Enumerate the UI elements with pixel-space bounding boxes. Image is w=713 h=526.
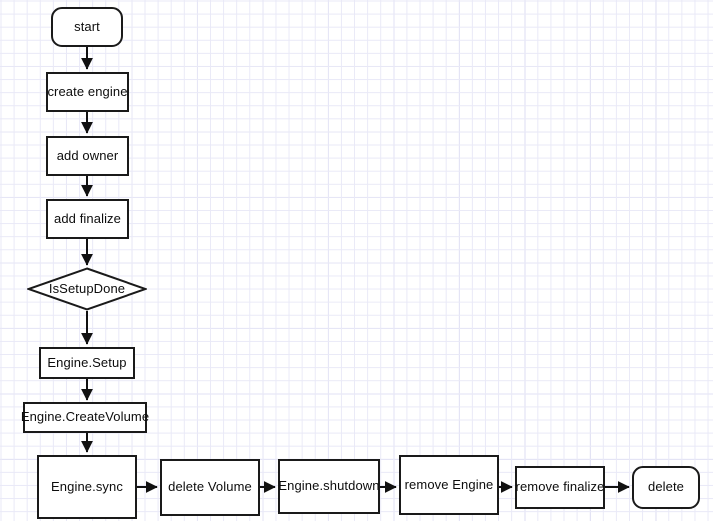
canvas-bottom-margin bbox=[0, 521, 713, 526]
node-start[interactable]: start bbox=[51, 7, 123, 47]
node-remove-engine-label: remove Engine bbox=[404, 476, 494, 492]
node-engine-create-volume-label: Engine.CreateVolume bbox=[20, 409, 150, 425]
node-remove-engine[interactable]: remove Engine bbox=[399, 455, 499, 515]
node-engine-setup-label: Engine.Setup bbox=[47, 354, 127, 370]
node-engine-sync-label: Engine.sync bbox=[51, 478, 123, 494]
node-engine-create-volume[interactable]: Engine.CreateVolume bbox=[20, 402, 150, 433]
node-engine-setup[interactable]: Engine.Setup bbox=[39, 347, 135, 379]
node-add-finalize[interactable]: add finalize bbox=[46, 199, 129, 239]
node-is-setup-done-label: IsSetupDone bbox=[48, 280, 126, 296]
node-add-owner-label: add owner bbox=[56, 147, 119, 163]
node-engine-shutdown-label: Engine.shutdown bbox=[278, 478, 380, 494]
node-add-finalize-label: add finalize bbox=[54, 210, 121, 226]
node-remove-finalize-label: remove finalize bbox=[515, 479, 605, 495]
node-create-engine[interactable]: create engine bbox=[46, 72, 129, 112]
node-create-engine-label: create engine bbox=[47, 83, 128, 99]
node-start-label: start bbox=[74, 18, 100, 34]
node-remove-finalize[interactable]: remove finalize bbox=[515, 466, 605, 509]
flowchart-canvas: start create engine add owner add finali… bbox=[0, 0, 713, 526]
node-delete-label: delete bbox=[647, 479, 685, 495]
node-add-owner[interactable]: add owner bbox=[46, 136, 129, 176]
node-delete[interactable]: delete bbox=[632, 466, 700, 509]
node-delete-volume[interactable]: delete Volume bbox=[160, 459, 260, 516]
node-engine-sync[interactable]: Engine.sync bbox=[37, 455, 137, 519]
node-delete-volume-label: delete Volume bbox=[168, 479, 252, 495]
node-is-setup-done[interactable]: IsSetupDone bbox=[27, 267, 147, 311]
node-engine-shutdown[interactable]: Engine.shutdown bbox=[278, 459, 380, 514]
